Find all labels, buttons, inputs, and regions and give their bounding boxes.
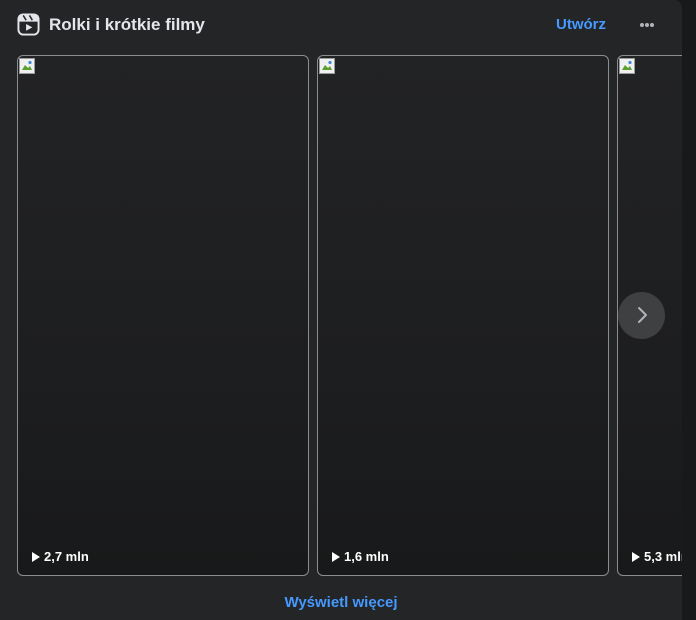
reel-views: 2,7 mln	[32, 549, 89, 565]
chevron-right-icon	[638, 307, 647, 323]
section-title: Rolki i krótkie filmy	[49, 15, 205, 34]
reel-card[interactable]: 1,6 mln	[317, 55, 609, 576]
play-icon	[32, 552, 40, 562]
more-options-icon	[640, 23, 644, 27]
reels-carousel: 2,7 mln 1,6 mln 5,3 mln	[17, 55, 682, 576]
views-count: 5,3 mln	[644, 549, 682, 564]
broken-image-icon	[19, 58, 35, 74]
see-more-link[interactable]: Wyświetl więcej	[284, 594, 397, 611]
carousel-next-button[interactable]	[618, 292, 665, 339]
create-reel-button[interactable]: Utwórz	[550, 12, 612, 38]
reel-views: 1,6 mln	[332, 549, 389, 565]
reel-card[interactable]: 2,7 mln	[17, 55, 309, 576]
views-count: 1,6 mln	[344, 549, 389, 564]
views-count: 2,7 mln	[44, 549, 89, 564]
reel-views: 5,3 mln	[632, 549, 682, 565]
more-options-icon	[650, 23, 654, 27]
page-background-edge	[682, 0, 696, 620]
see-more-row: Wyświetl więcej	[0, 588, 682, 618]
more-options-icon	[645, 23, 649, 27]
broken-image-icon	[619, 58, 635, 74]
play-icon	[332, 552, 340, 562]
more-options-button[interactable]	[630, 10, 664, 40]
play-icon	[632, 552, 640, 562]
reels-section: Rolki i krótkie filmy Utwórz 2,7 mln 1,6…	[0, 0, 682, 620]
reels-icon	[17, 13, 40, 36]
section-header: Rolki i krótkie filmy Utwórz	[0, 0, 682, 50]
broken-image-icon	[319, 58, 335, 74]
